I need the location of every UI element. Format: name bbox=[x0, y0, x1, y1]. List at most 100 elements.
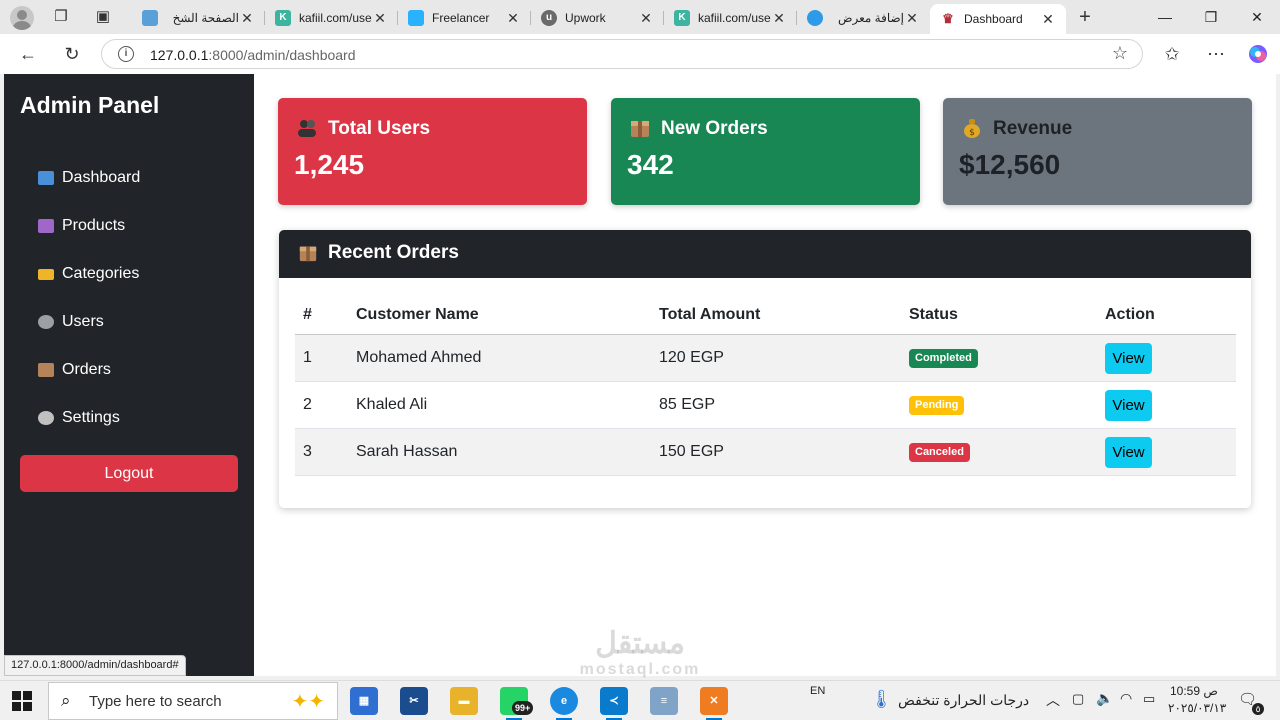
language-indicator[interactable]: EN bbox=[810, 685, 825, 697]
tab-dashboard[interactable]: ♛ Dashboard ✕ bbox=[930, 4, 1066, 34]
reload-icon[interactable]: ↻ bbox=[61, 43, 83, 65]
minimize-icon[interactable]: — bbox=[1142, 4, 1188, 30]
status-cell: Completed bbox=[909, 335, 978, 381]
freelancer-icon bbox=[408, 10, 424, 26]
orders-table: # Customer Name Total Amount Status Acti… bbox=[295, 296, 1236, 476]
sidebar-item-settings[interactable]: Settings bbox=[38, 394, 140, 442]
sidebar-item-categories[interactable]: Categories bbox=[38, 250, 140, 298]
edge-icon[interactable]: e bbox=[550, 687, 578, 720]
tab-actions-icon[interactable]: ▣ bbox=[94, 8, 112, 26]
status-badge: Pending bbox=[909, 395, 965, 415]
action-cell: View bbox=[1105, 429, 1152, 475]
am-pm: ص bbox=[1203, 684, 1218, 698]
view-order-button[interactable]: View bbox=[1105, 342, 1152, 374]
sidebar-item-label: Orders bbox=[62, 361, 111, 378]
back-icon[interactable]: ← bbox=[17, 43, 39, 65]
weather-text[interactable]: درجات الحرارة تنخفض bbox=[898, 692, 1029, 709]
address-bar[interactable]: i 127.0.0.1:8000/admin/dashboard ☆ bbox=[101, 39, 1143, 69]
restore-icon[interactable]: ❐ bbox=[1188, 4, 1234, 30]
sidebar-item-products[interactable]: Products bbox=[38, 202, 140, 250]
close-tab-icon[interactable]: ✕ bbox=[1040, 11, 1056, 28]
revenue-card: $ Revenue $12,560 bbox=[943, 98, 1252, 205]
sidebar-item-label: Settings bbox=[62, 409, 120, 426]
clock-date[interactable]: ٢٠٢٥/٠٣/١٣ bbox=[1168, 701, 1226, 715]
snipping-tool-icon[interactable]: ✂ bbox=[400, 687, 428, 715]
close-tab-icon[interactable]: ✕ bbox=[638, 10, 654, 27]
site-icon bbox=[142, 10, 158, 26]
file-explorer-icon[interactable]: ▬ bbox=[450, 687, 478, 715]
users-icon bbox=[298, 120, 316, 137]
panel-header: Recent Orders bbox=[279, 230, 1251, 278]
sidebar-item-orders[interactable]: Orders bbox=[38, 346, 140, 394]
new-tab-icon[interactable]: + bbox=[1076, 7, 1094, 27]
new-orders-card: New Orders 342 bbox=[611, 98, 920, 205]
profile-avatar-icon[interactable] bbox=[10, 6, 34, 30]
favorites-icon[interactable]: ✩ bbox=[1161, 43, 1183, 65]
search-placeholder: Type here to search bbox=[89, 693, 222, 710]
table-row: 1 Mohamed Ahmed 120 EGP Completed View bbox=[295, 335, 1236, 382]
close-window-icon[interactable]: ✕ bbox=[1234, 4, 1280, 30]
site-icon bbox=[807, 10, 823, 26]
chevron-up-icon[interactable]: ︿ bbox=[1046, 690, 1060, 710]
xampp-icon[interactable]: ✕ bbox=[700, 687, 728, 720]
vscode-icon[interactable]: ≺ bbox=[600, 687, 628, 720]
site-info-icon[interactable]: i bbox=[118, 46, 134, 62]
windows-start-icon[interactable] bbox=[12, 691, 32, 711]
action-cell: View bbox=[1105, 335, 1152, 381]
favorite-star-icon[interactable]: ☆ bbox=[1112, 43, 1128, 64]
url-text: 127.0.0.1:8000/admin/dashboard bbox=[150, 47, 356, 63]
tab-title: kafiil.com/use bbox=[698, 11, 771, 25]
tab-add-gallery[interactable]: إضافة معرض ✕ bbox=[797, 4, 930, 32]
view-order-button[interactable]: View bbox=[1105, 389, 1152, 421]
tab-title: Freelancer bbox=[432, 11, 490, 25]
clock-time[interactable]: 10:59 ص bbox=[1170, 684, 1218, 698]
upwork-icon: u bbox=[541, 10, 557, 26]
total-amount: 85 EGP bbox=[659, 396, 716, 413]
sidebar-item-dashboard[interactable]: Dashboard bbox=[38, 154, 140, 202]
total-amount: 150 EGP bbox=[659, 443, 724, 460]
card-value: 342 bbox=[627, 149, 674, 180]
tab-kafiil-1[interactable]: K kafiil.com/use ✕ bbox=[265, 4, 398, 32]
close-tab-icon[interactable]: ✕ bbox=[904, 10, 920, 27]
column-header: # bbox=[303, 306, 312, 323]
svg-text:$: $ bbox=[969, 128, 975, 138]
card-title: Total Users bbox=[328, 118, 431, 139]
order-id: 1 bbox=[303, 349, 312, 366]
close-tab-icon[interactable]: ✕ bbox=[771, 10, 787, 27]
browser-tab-strip: ❐ ▣ الصفحة الشخ ✕ K kafiil.com/use ✕ Fre… bbox=[0, 0, 1280, 34]
speaker-icon[interactable]: 🔈 bbox=[1096, 690, 1113, 707]
order-id: 2 bbox=[303, 396, 312, 413]
customer-name: Mohamed Ahmed bbox=[356, 349, 482, 366]
close-tab-icon[interactable]: ✕ bbox=[372, 10, 388, 27]
search-icon: ⌕ bbox=[61, 691, 71, 710]
more-menu-icon[interactable]: ⋯ bbox=[1205, 43, 1227, 65]
battery-icon[interactable]: ▭ bbox=[1143, 691, 1155, 707]
close-tab-icon[interactable]: ✕ bbox=[505, 10, 521, 27]
table-row: 2 Khaled Ali 85 EGP Pending View bbox=[295, 382, 1236, 429]
tab-upwork[interactable]: u Upwork ✕ bbox=[531, 4, 664, 32]
tab-profile-page[interactable]: الصفحة الشخ ✕ bbox=[132, 4, 265, 32]
notepad-icon[interactable]: ≡ bbox=[650, 687, 678, 715]
sidebar-item-label: Users bbox=[62, 313, 104, 330]
wifi-icon[interactable]: ◠ bbox=[1120, 690, 1132, 707]
microsoft-store-icon[interactable]: ▦ bbox=[350, 687, 378, 715]
table-row: 3 Sarah Hassan 150 EGP Canceled View bbox=[295, 429, 1236, 476]
kafiil-icon: K bbox=[674, 10, 690, 26]
taskbar-search[interactable]: ⌕ Type here to search ✦✦ bbox=[48, 682, 338, 720]
status-cell: Canceled bbox=[909, 429, 970, 475]
sidebar: Admin Panel Dashboard Products Categorie… bbox=[4, 74, 254, 676]
copilot-icon[interactable] bbox=[1247, 43, 1269, 65]
shopping-bags-icon bbox=[38, 219, 54, 233]
tab-freelancer[interactable]: Freelancer ✕ bbox=[398, 4, 531, 32]
search-highlight-icon: ✦✦ bbox=[291, 691, 325, 713]
workspaces-icon[interactable]: ❐ bbox=[52, 8, 70, 26]
close-tab-icon[interactable]: ✕ bbox=[239, 10, 255, 27]
tab-kafiil-2[interactable]: K kafiil.com/use ✕ bbox=[664, 4, 797, 32]
sidebar-item-users[interactable]: Users bbox=[38, 298, 140, 346]
notification-count: ٥ bbox=[1252, 703, 1264, 715]
whatsapp-icon[interactable]: 99+ bbox=[500, 687, 534, 720]
logout-button[interactable]: Logout bbox=[20, 455, 238, 492]
view-order-button[interactable]: View bbox=[1105, 436, 1152, 468]
device-icon[interactable]: ▢ bbox=[1072, 691, 1084, 707]
watermark-main: مستقل bbox=[595, 627, 685, 660]
